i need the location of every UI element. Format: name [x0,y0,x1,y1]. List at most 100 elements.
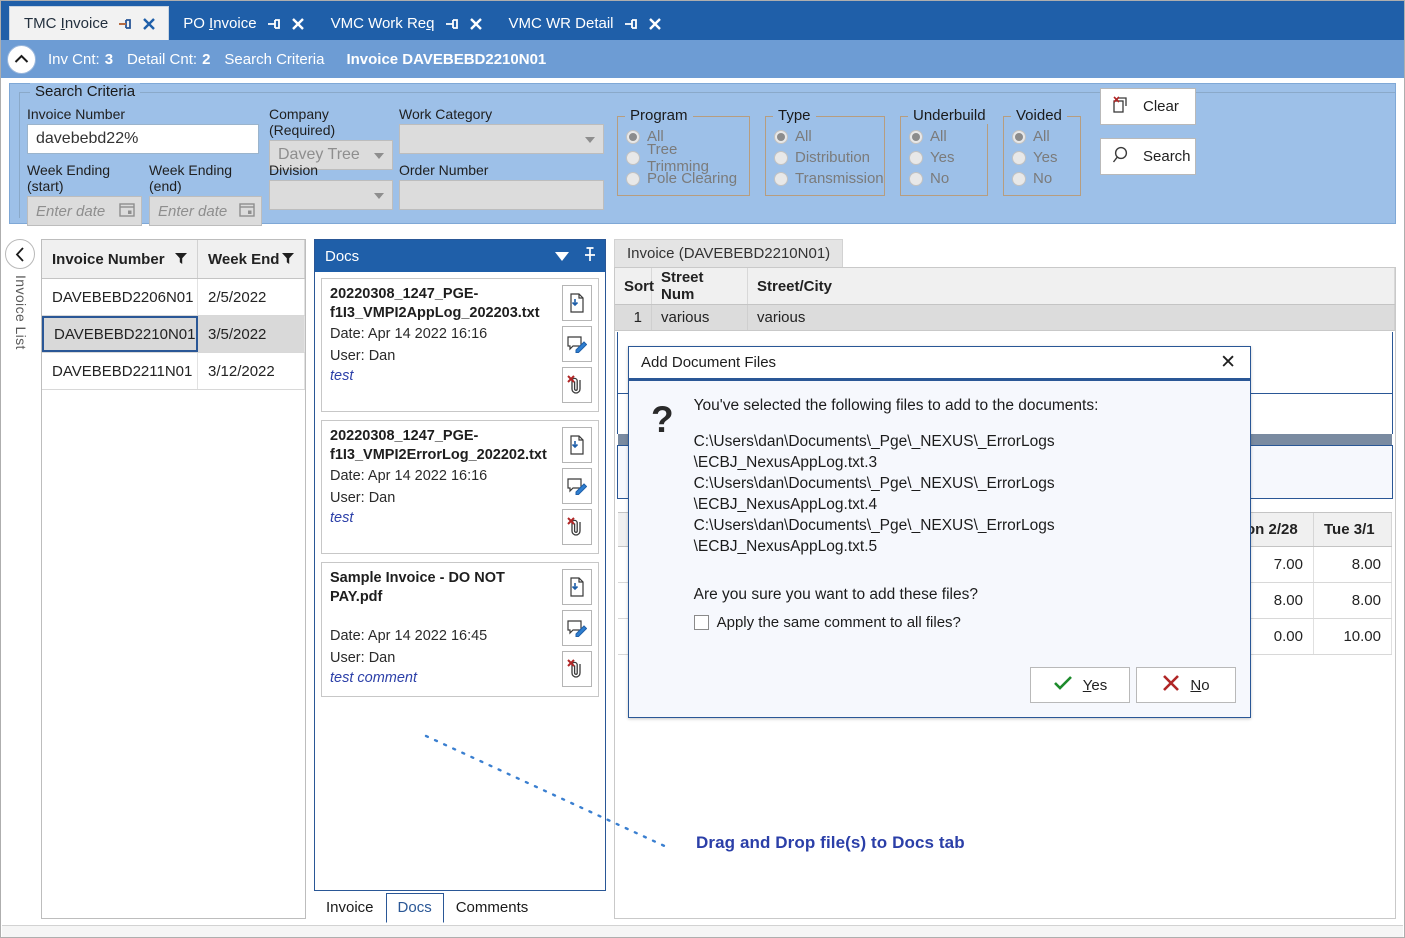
type-option-distribution[interactable]: Distribution [774,147,876,168]
filter-icon[interactable] [282,251,294,268]
column-header-invoice-number[interactable]: Invoice Number [42,240,198,278]
collapse-invoice-list-button[interactable] [5,239,35,269]
radio-icon [626,129,640,144]
week-start-date-input[interactable]: Enter date [27,196,142,226]
clear-button[interactable]: Clear [1100,88,1196,125]
close-icon[interactable] [142,17,156,31]
yes-button[interactable]: Yes [1030,667,1130,703]
column-header-week-end[interactable]: Week End [198,240,305,278]
doc-card[interactable]: Sample Invoice - DO NOT PAY.pdf Date: Ap… [321,562,599,698]
column-header-street-city[interactable]: Street/City [748,268,1395,304]
search-button[interactable]: Search [1100,138,1196,175]
tab-invoice[interactable]: Invoice [314,893,386,923]
tab-vmc-wr-detail[interactable]: VMC WR Detail [495,7,674,40]
underbuild-option-yes[interactable]: Yes [909,147,979,168]
chevron-down-icon[interactable] [555,248,569,265]
tab-invoice-detail[interactable]: Invoice (DAVEBEBD2210N01) [614,239,844,267]
division-select[interactable] [269,180,393,210]
search-legend: Search Criteria [30,83,141,100]
clear-icon [1112,95,1132,119]
filter-icon[interactable] [175,251,187,268]
order-number-field-group: Order Number [399,162,604,210]
tab-vmc-work-req[interactable]: VMC Work Req [317,7,495,40]
docs-panel-header: Docs [315,240,605,272]
info-bar: Inv Cnt: 3 Detail Cnt: 2 Search Criteria… [1,40,1404,78]
remove-attachment-button[interactable] [562,651,592,687]
apply-comment-checkbox-row[interactable]: Apply the same comment to all files? [693,614,1232,631]
edit-comment-button[interactable] [562,326,592,362]
tab-comments[interactable]: Comments [444,893,541,923]
collapse-search-button[interactable] [7,44,36,74]
chevron-down-icon [585,130,595,148]
doc-comment: test [330,510,354,527]
radio-icon [774,129,788,144]
column-header-sort[interactable]: Sort [615,268,654,304]
pin-icon[interactable] [117,17,133,31]
column-label: Invoice Number [52,250,165,268]
close-icon[interactable] [291,17,305,31]
week-end-date-input[interactable]: Enter date [149,196,262,226]
detail-count-label: Detail Cnt: [127,50,198,68]
invoice-list-sidetab[interactable]: Invoice List [5,239,39,389]
option-label: Yes [930,149,955,166]
tab-po-invoice[interactable]: PO Invoice [169,7,316,40]
table-row[interactable]: 1 various various [615,305,1395,331]
check-icon [1053,675,1073,695]
type-option-transmission[interactable]: Transmission [774,168,884,189]
voided-option-yes[interactable]: Yes [1012,147,1072,168]
doc-card[interactable]: 20220308_1247_PGE-f1I3_VMPI2AppLog_20220… [321,278,599,412]
close-icon[interactable]: ✕ [1220,353,1236,372]
table-row[interactable]: DAVEBEBD2206N01 2/5/2022 [42,279,305,316]
tab-tmc-invoice[interactable]: TMC Invoice [9,6,170,40]
calendar-icon[interactable] [119,201,135,221]
pin-icon[interactable] [444,17,460,31]
pin-icon[interactable] [266,17,282,31]
download-document-button[interactable] [562,569,592,605]
no-button[interactable]: No [1136,667,1236,703]
invoice-number-input[interactable]: davebebd22% [27,124,259,154]
tab-label: PO Invoice [183,15,257,32]
work-category-select[interactable] [399,124,604,154]
doc-card[interactable]: 20220308_1247_PGE-f1I3_VMPI2ErrorLog_202… [321,420,599,554]
file-path-line: \ECBJ_NexusAppLog.txt.5 [693,537,878,555]
doc-comment: test comment [330,670,418,687]
program-option-pole-clearing[interactable]: Pole Clearing [626,168,741,189]
pin-icon[interactable] [623,17,639,31]
question-icon: ? [651,399,674,440]
voided-option-no[interactable]: No [1012,168,1072,189]
underbuild-option-no[interactable]: No [909,168,979,189]
remove-attachment-button[interactable] [562,509,592,545]
checkbox-icon[interactable] [693,614,709,630]
download-document-button[interactable] [562,285,592,321]
close-icon[interactable] [469,17,483,31]
day-header-tue[interactable]: Tue 3/1 [1314,513,1392,546]
edit-comment-button[interactable] [562,468,592,504]
program-legend: Program [625,107,693,124]
week-end-label: Week Ending (end) [149,162,233,194]
division-label: Division [269,162,319,178]
type-option-all[interactable]: All [774,126,876,147]
voided-option-all[interactable]: All [1012,126,1072,147]
dialog-body: ? You've selected the following files to… [629,381,1250,667]
close-icon[interactable] [648,17,662,31]
option-label: No [1033,170,1053,187]
program-radio-group: Program All Tree Trimming Pole Clearing [617,107,750,196]
edit-comment-button[interactable] [562,610,592,646]
underbuild-option-all[interactable]: All [909,126,979,147]
table-row[interactable]: DAVEBEBD2211N01 3/12/2022 [42,353,305,390]
download-document-button[interactable] [562,427,592,463]
order-number-input[interactable] [399,180,604,210]
remove-attachment-button[interactable] [562,367,592,403]
column-label: Week End [208,250,280,268]
column-header-street-num[interactable]: Street Num [652,268,748,304]
radio-icon [1012,129,1026,144]
doc-date-label: Date: [330,326,365,343]
program-option-tree-trimming[interactable]: Tree Trimming [626,141,741,175]
docs-title: Docs [325,247,360,265]
week-start-placeholder: Enter date [36,202,106,220]
tab-docs[interactable]: Docs [385,893,444,923]
pin-icon[interactable] [583,246,597,266]
doc-file-name: Sample Invoice - DO NOT PAY.pdf [330,570,505,605]
table-row[interactable]: DAVEBEBD2210N01 3/5/2022 [42,316,305,353]
calendar-icon[interactable] [239,201,255,221]
